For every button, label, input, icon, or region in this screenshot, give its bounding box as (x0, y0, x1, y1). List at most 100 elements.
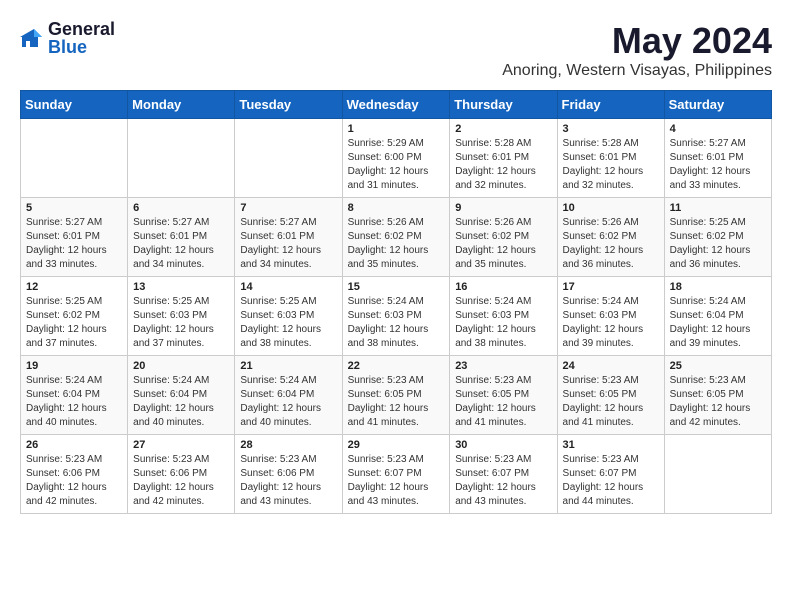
calendar-cell: 21Sunrise: 5:24 AM Sunset: 6:04 PM Dayli… (235, 356, 342, 435)
logo-general: General (48, 20, 115, 38)
calendar-cell: 1Sunrise: 5:29 AM Sunset: 6:00 PM Daylig… (342, 119, 450, 198)
calendar-table: SundayMondayTuesdayWednesdayThursdayFrid… (20, 90, 772, 514)
day-number: 15 (348, 281, 445, 293)
day-number: 6 (133, 202, 229, 214)
calendar-cell (664, 435, 771, 514)
day-info: Sunrise: 5:25 AM Sunset: 6:03 PM Dayligh… (240, 295, 336, 351)
calendar-cell (128, 119, 235, 198)
day-number: 20 (133, 360, 229, 372)
day-number: 28 (240, 439, 336, 451)
day-number: 2 (455, 123, 551, 135)
calendar-cell: 27Sunrise: 5:23 AM Sunset: 6:06 PM Dayli… (128, 435, 235, 514)
day-info: Sunrise: 5:29 AM Sunset: 6:00 PM Dayligh… (348, 137, 445, 193)
calendar-cell: 12Sunrise: 5:25 AM Sunset: 6:02 PM Dayli… (21, 277, 128, 356)
calendar-cell: 11 Sunrise: 5:25 AM Sunset: 6:02 PM Dayli… (664, 198, 771, 277)
day-number: 3 (563, 123, 659, 135)
calendar-cell: 15 Sunrise: 5:24 AM Sunset: 6:03 PM Dayli… (342, 277, 450, 356)
day-number: 31 (563, 439, 659, 451)
day-number: 19 (26, 360, 122, 372)
month-title: May 2024 (502, 20, 772, 62)
day-info: Sunrise: 5:26 AM Sunset: 6:02 PM Dayligh… (348, 216, 445, 272)
day-info: Sunrise: 5:23 AM Sunset: 6:06 PM Dayligh… (240, 453, 336, 509)
calendar-cell: 20Sunrise: 5:24 AM Sunset: 6:04 PM Dayli… (128, 356, 235, 435)
calendar-cell: 23Sunrise: 5:23 AM Sunset: 6:05 PM Dayli… (450, 356, 557, 435)
day-info: Sunrise: 5:23 AM Sunset: 6:05 PM Dayligh… (455, 374, 551, 430)
calendar-cell: 14 Sunrise: 5:25 AM Sunset: 6:03 PM Dayli… (235, 277, 342, 356)
calendar-cell: 7 Sunrise: 5:27 AM Sunset: 6:01 PM Daylig… (235, 198, 342, 277)
day-info: Sunrise: 5:26 AM Sunset: 6:02 PM Dayligh… (563, 216, 659, 272)
calendar-cell: 31 Sunrise: 5:23 AM Sunset: 6:07 PM Dayli… (557, 435, 664, 514)
day-info: Sunrise: 5:28 AM Sunset: 6:01 PM Dayligh… (455, 137, 551, 193)
day-number: 17 (563, 281, 659, 293)
day-info: Sunrise: 5:27 AM Sunset: 6:01 PM Dayligh… (240, 216, 336, 272)
day-number: 26 (26, 439, 122, 451)
calendar-cell: 28 Sunrise: 5:23 AM Sunset: 6:06 PM Dayli… (235, 435, 342, 514)
day-info: Sunrise: 5:27 AM Sunset: 6:01 PM Dayligh… (26, 216, 122, 272)
day-number: 7 (240, 202, 336, 214)
calendar-cell (235, 119, 342, 198)
day-number: 27 (133, 439, 229, 451)
calendar-cell: 25 Sunrise: 5:23 AM Sunset: 6:05 PM Dayli… (664, 356, 771, 435)
day-info: Sunrise: 5:24 AM Sunset: 6:03 PM Dayligh… (455, 295, 551, 351)
day-info: Sunrise: 5:28 AM Sunset: 6:01 PM Dayligh… (563, 137, 659, 193)
calendar-cell: 8 Sunrise: 5:26 AM Sunset: 6:02 PM Daylig… (342, 198, 450, 277)
weekday-header-monday: Monday (128, 91, 235, 119)
day-number: 4 (670, 123, 766, 135)
calendar-cell: 18Sunrise: 5:24 AM Sunset: 6:04 PM Dayli… (664, 277, 771, 356)
day-number: 14 (240, 281, 336, 293)
day-number: 25 (670, 360, 766, 372)
calendar-cell: 26 Sunrise: 5:23 AM Sunset: 6:06 PM Dayli… (21, 435, 128, 514)
day-info: Sunrise: 5:23 AM Sunset: 6:05 PM Dayligh… (670, 374, 766, 430)
day-number: 29 (348, 439, 445, 451)
day-info: Sunrise: 5:27 AM Sunset: 6:01 PM Dayligh… (670, 137, 766, 193)
calendar-cell: 24Sunrise: 5:23 AM Sunset: 6:05 PM Dayli… (557, 356, 664, 435)
day-info: Sunrise: 5:23 AM Sunset: 6:07 PM Dayligh… (563, 453, 659, 509)
calendar-cell: 30Sunrise: 5:23 AM Sunset: 6:07 PM Dayli… (450, 435, 557, 514)
weekday-header-friday: Friday (557, 91, 664, 119)
calendar-cell: 13Sunrise: 5:25 AM Sunset: 6:03 PM Dayli… (128, 277, 235, 356)
day-number: 12 (26, 281, 122, 293)
calendar-cell: 3 Sunrise: 5:28 AM Sunset: 6:01 PM Daylig… (557, 119, 664, 198)
day-info: Sunrise: 5:25 AM Sunset: 6:02 PM Dayligh… (670, 216, 766, 272)
day-number: 18 (670, 281, 766, 293)
week-row-1: 1Sunrise: 5:29 AM Sunset: 6:00 PM Daylig… (21, 119, 772, 198)
day-info: Sunrise: 5:24 AM Sunset: 6:03 PM Dayligh… (563, 295, 659, 351)
day-info: Sunrise: 5:23 AM Sunset: 6:07 PM Dayligh… (348, 453, 445, 509)
calendar-cell: 17 Sunrise: 5:24 AM Sunset: 6:03 PM Dayli… (557, 277, 664, 356)
week-row-3: 12Sunrise: 5:25 AM Sunset: 6:02 PM Dayli… (21, 277, 772, 356)
calendar-cell (21, 119, 128, 198)
day-number: 22 (348, 360, 445, 372)
calendar-cell: 22Sunrise: 5:23 AM Sunset: 6:05 PM Dayli… (342, 356, 450, 435)
day-number: 16 (455, 281, 551, 293)
weekday-header-row: SundayMondayTuesdayWednesdayThursdayFrid… (21, 91, 772, 119)
week-row-4: 19 Sunrise: 5:24 AM Sunset: 6:04 PM Dayli… (21, 356, 772, 435)
calendar-cell: 16 Sunrise: 5:24 AM Sunset: 6:03 PM Dayli… (450, 277, 557, 356)
week-row-5: 26 Sunrise: 5:23 AM Sunset: 6:06 PM Dayli… (21, 435, 772, 514)
day-info: Sunrise: 5:23 AM Sunset: 6:07 PM Dayligh… (455, 453, 551, 509)
day-number: 24 (563, 360, 659, 372)
header: General Blue May 2024 Anoring, Western V… (20, 20, 772, 80)
weekday-header-thursday: Thursday (450, 91, 557, 119)
day-number: 21 (240, 360, 336, 372)
week-row-2: 5Sunrise: 5:27 AM Sunset: 6:01 PM Daylig… (21, 198, 772, 277)
day-info: Sunrise: 5:23 AM Sunset: 6:06 PM Dayligh… (26, 453, 122, 509)
day-info: Sunrise: 5:27 AM Sunset: 6:01 PM Dayligh… (133, 216, 229, 272)
calendar-cell: 10 Sunrise: 5:26 AM Sunset: 6:02 PM Dayli… (557, 198, 664, 277)
day-number: 9 (455, 202, 551, 214)
logo-icon (20, 27, 42, 49)
day-number: 8 (348, 202, 445, 214)
calendar-cell: 9 Sunrise: 5:26 AM Sunset: 6:02 PM Daylig… (450, 198, 557, 277)
calendar-cell: 4 Sunrise: 5:27 AM Sunset: 6:01 PM Daylig… (664, 119, 771, 198)
day-info: Sunrise: 5:26 AM Sunset: 6:02 PM Dayligh… (455, 216, 551, 272)
day-info: Sunrise: 5:24 AM Sunset: 6:03 PM Dayligh… (348, 295, 445, 351)
location-title: Anoring, Western Visayas, Philippines (502, 62, 772, 80)
day-number: 11 (670, 202, 766, 214)
day-info: Sunrise: 5:25 AM Sunset: 6:03 PM Dayligh… (133, 295, 229, 351)
weekday-header-saturday: Saturday (664, 91, 771, 119)
day-number: 10 (563, 202, 659, 214)
day-info: Sunrise: 5:24 AM Sunset: 6:04 PM Dayligh… (26, 374, 122, 430)
calendar-cell: 29 Sunrise: 5:23 AM Sunset: 6:07 PM Dayli… (342, 435, 450, 514)
weekday-header-wednesday: Wednesday (342, 91, 450, 119)
weekday-header-tuesday: Tuesday (235, 91, 342, 119)
title-area: May 2024 Anoring, Western Visayas, Phili… (502, 20, 772, 80)
